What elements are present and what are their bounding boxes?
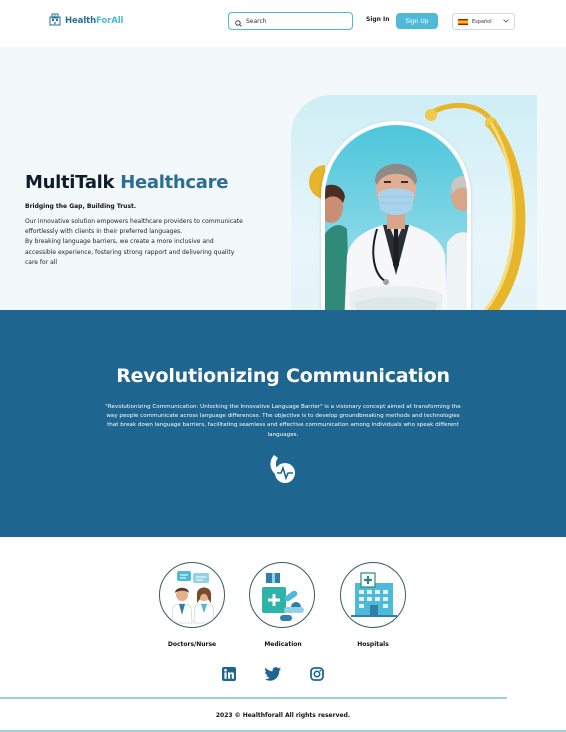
site-header: HealthForAll Sign In Sign Up Español	[0, 0, 566, 47]
hero-title-part2: Healthcare	[120, 172, 229, 193]
hero-section: MultiTalk Healthcare Bridging the Gap, B…	[0, 47, 566, 353]
category-medication-label: Medication	[264, 641, 302, 648]
footer-divider	[0, 697, 507, 699]
hospital-icon	[351, 572, 397, 617]
hero-paragraph-2: By breaking language barriers, we create…	[25, 238, 235, 266]
search-input[interactable]	[246, 17, 346, 25]
language-label: Español	[472, 18, 492, 25]
category-doctors[interactable]	[159, 562, 225, 628]
medication-icon	[262, 573, 304, 621]
category-hospitals-label: Hospitals	[357, 641, 389, 648]
brand-name-part1: Health	[65, 15, 97, 26]
hero-illustration	[291, 95, 537, 353]
mission-title: Revolutionizing Communication	[116, 365, 450, 387]
spain-flag-icon	[458, 18, 468, 25]
hospital-logo-icon	[48, 11, 62, 30]
mission-description: "Revolutionizing Communication: Unlockin…	[105, 404, 461, 438]
search-box[interactable]	[228, 12, 353, 30]
linkedin-icon[interactable]	[222, 667, 236, 681]
category-hospitals[interactable]	[340, 562, 406, 628]
brand-name-part2: ForAll	[96, 15, 124, 26]
hero-subtitle: Bridging the Gap, Building Trust.	[25, 203, 137, 210]
brand-logo[interactable]: HealthForAll	[48, 11, 123, 30]
brand-name: HealthForAll	[65, 16, 123, 26]
hero-title-part1: MultiTalk	[25, 172, 115, 193]
health-care-icon	[270, 455, 295, 483]
category-doctors-label: Doctors/Nurse	[167, 641, 217, 648]
mission-section: Revolutionizing Communication "Revolutio…	[0, 310, 566, 537]
chevron-down-icon	[503, 18, 509, 25]
hero-description: Our innovative solution empowers healthc…	[25, 217, 243, 268]
hero-paragraph-1: Our innovative solution empowers healthc…	[25, 218, 243, 236]
doctors-icon	[171, 571, 215, 624]
sign-in-link[interactable]: Sign In	[366, 16, 390, 23]
instagram-icon[interactable]	[310, 667, 324, 681]
hero-title: MultiTalk Healthcare	[25, 172, 228, 193]
twitter-icon[interactable]	[265, 667, 281, 681]
search-icon	[235, 12, 242, 31]
sign-up-button[interactable]: Sign Up	[396, 13, 438, 29]
language-select[interactable]: Español	[452, 13, 515, 30]
category-medication[interactable]	[249, 562, 315, 628]
footer-copyright: 2023 © Healthforall All rights reserved.	[215, 712, 351, 719]
